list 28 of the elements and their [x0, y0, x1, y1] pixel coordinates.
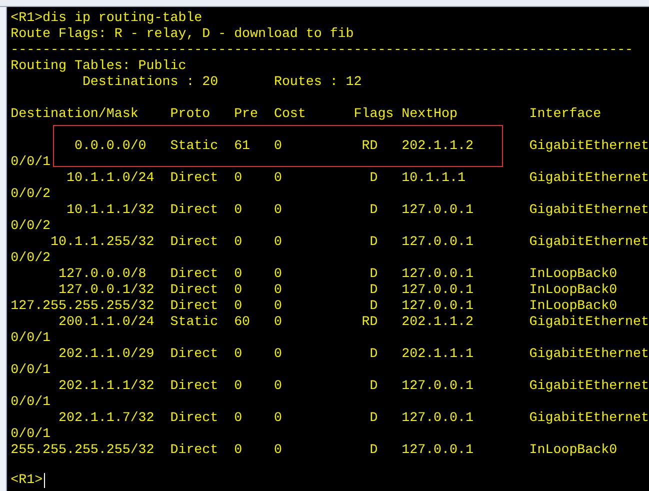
terminal-line: 202.1.1.1/32 Direct 0 0 D 127.0.0.1 GigabitEthernet [58, 378, 649, 393]
terminal-line: 0/0/1 [10, 154, 51, 169]
terminal-line: 202.1.1.0/29 Direct 0 0 D 202.1.1.1 GigabitEthernet [58, 346, 649, 361]
terminal-line: 202.1.1.7/32 Direct 0 0 D 127.0.0.1 GigabitEthernet [58, 410, 649, 425]
terminal-line: <R1>dis ip routing-table [10, 10, 202, 25]
terminal-line: Route Flags: R - relay, D - download to fib [10, 26, 354, 41]
terminal-line: 127.0.0.1/32 Direct 0 0 D 127.0.0.1 InLoopBack0 [58, 282, 618, 297]
terminal-line: 0.0.0.0/0 Static 61 0 RD 202.1.1.2 GigabitEthernet [73, 138, 649, 153]
terminal-line: 127.255.255.255/32 Direct 0 0 D 127.0.0.1 InLoopBack0 [10, 298, 618, 313]
terminal-line: 0/0/2 [10, 218, 51, 233]
terminal-line: 10.1.1.0/24 Direct 0 0 D 10.1.1.1 GigabitEthernet [65, 170, 649, 185]
terminal-line: Destinations : 20 Routes : 12 [81, 74, 362, 89]
terminal-line: ------------------------------------------------------------------------------ [10, 42, 634, 57]
terminal-line: 0/0/2 [10, 250, 51, 265]
terminal-line: 10.1.1.255/32 Direct 0 0 D 127.0.0.1 GigabitEthernet [50, 234, 649, 249]
terminal-line: 0/0/1 [10, 330, 51, 345]
command-prompt: <R1> [10, 472, 43, 488]
terminal-line: 10.1.1.1/32 Direct 0 0 D 127.0.0.1 GigabitEthernet [65, 202, 649, 217]
terminal-line: 0/0/1 [10, 426, 51, 441]
terminal-line: 0/0/2 [10, 186, 51, 201]
text-cursor [44, 472, 45, 488]
terminal-line: 0/0/1 [10, 394, 51, 409]
terminal-line: 255.255.255.255/32 Direct 0 0 D 127.0.0.1 InLoopBack0 [10, 442, 618, 457]
terminal-line: 0/0/1 [10, 362, 51, 377]
terminal-line: 200.1.1.0/24 Static 60 0 RD 202.1.1.2 GigabitEthernet [58, 314, 649, 329]
terminal-line: 127.0.0.0/8 Direct 0 0 D 127.0.0.1 InLoopBack0 [58, 266, 618, 281]
terminal-line: Routing Tables: Public [10, 58, 186, 73]
terminal-line: Destination/Mask Proto Pre Cost Flags NextHop Interface [10, 106, 602, 121]
